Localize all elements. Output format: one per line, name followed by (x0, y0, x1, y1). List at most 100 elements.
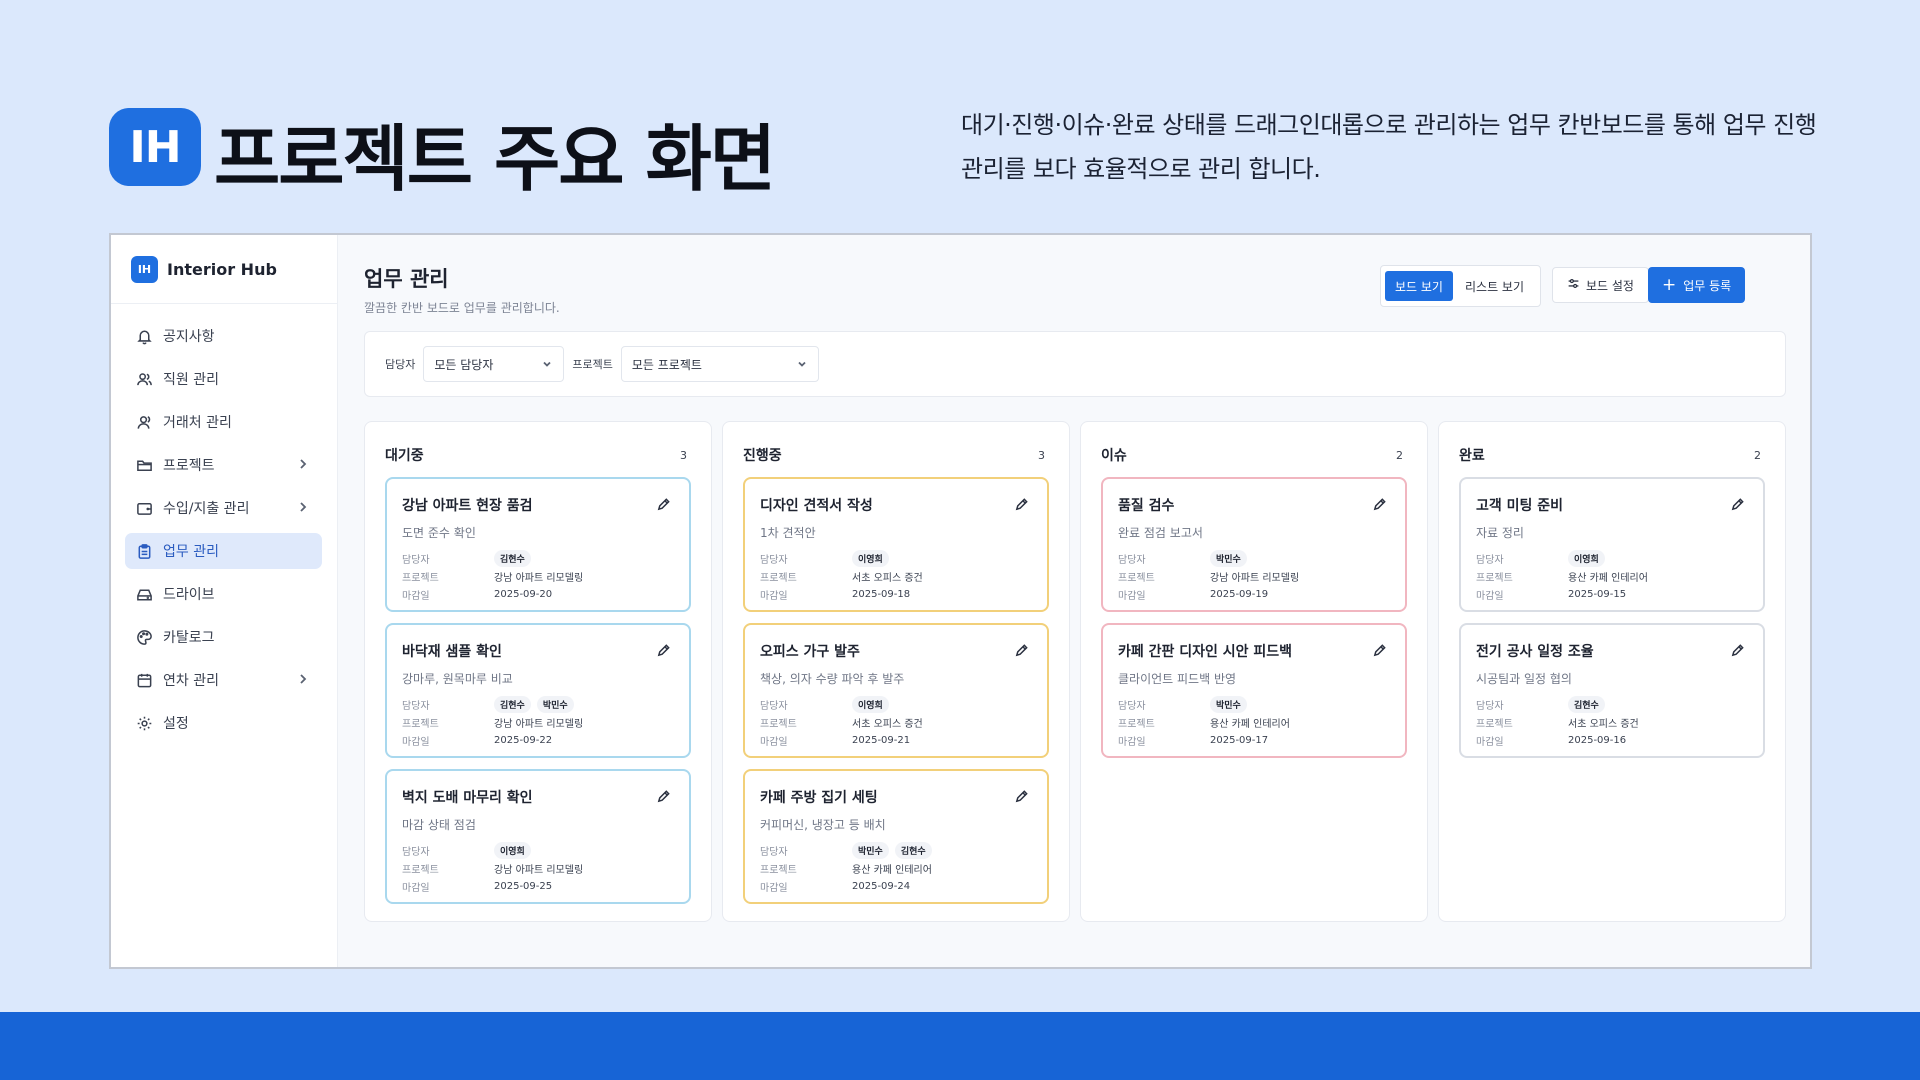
pencil-icon[interactable] (1014, 789, 1029, 804)
assignee-chip: 박민수 (1210, 695, 1247, 713)
board-settings-button[interactable]: 보드 설정 (1552, 267, 1649, 303)
task-meta: 담당자 이영희 프로젝트 용산 카페 인테리어 마감일 2025-09-15 (1476, 549, 1748, 603)
brand[interactable]: IH Interior Hub (111, 235, 337, 304)
task-title: 카페 간판 디자인 시안 피드백 (1118, 644, 1293, 660)
assignee-key: 담당자 (1118, 700, 1146, 712)
sidebar-item-label: 드라이브 (163, 587, 215, 603)
due-key: 마감일 (1476, 590, 1504, 602)
task-card[interactable]: 디자인 견적서 작성 1차 견적안 담당자 이영희 프로젝트 서초 오피스 증건 마감일 20… (743, 477, 1049, 612)
kanban-column-prog: 진행중 3 디자인 견적서 작성 1차 견적안 담당자 이영희 프로젝트 서초 오피스 증건 마… (722, 421, 1070, 922)
sidebar-item-6[interactable]: 업무 관리 (125, 533, 322, 569)
task-meta: 담당자 이영희 프로젝트 서초 오피스 증건 마감일 2025-09-18 (760, 549, 1032, 603)
pencil-icon[interactable] (1730, 643, 1745, 658)
add-task-button[interactable]: + 업무 등록 (1648, 267, 1746, 303)
pencil-icon[interactable] (656, 497, 671, 512)
task-project: 강남 아파트 리모델링 (494, 572, 584, 584)
sidebar-item-1[interactable]: 공지사항 (125, 318, 322, 354)
sidebar-item-label: 공지사항 (163, 329, 215, 345)
task-card[interactable]: 오피스 가구 발주 책상, 의자 수량 파악 후 발주 담당자 이영희 프로젝트 서초 오… (743, 623, 1049, 758)
gear-icon (135, 714, 153, 732)
task-title: 바닥재 샘플 확인 (402, 644, 502, 660)
project-key: 프로젝트 (1476, 572, 1513, 584)
due-key: 마감일 (1118, 736, 1146, 748)
task-meta: 담당자 김현수 프로젝트 강남 아파트 리모델링 마감일 2025-09-20 (402, 549, 674, 603)
clipboard-icon (135, 542, 153, 560)
task-card[interactable]: 전기 공사 일정 조율 시공팀과 일정 협의 담당자 김현수 프로젝트 서초 오피스 증건… (1459, 623, 1765, 758)
assignee-chip: 김현수 (494, 549, 531, 567)
assignee-list: 박민수 (1210, 549, 1253, 567)
chevron-right-icon (296, 457, 310, 471)
assignee-chip: 박민수 (852, 841, 889, 859)
calendar-icon (135, 671, 153, 689)
task-card[interactable]: 강남 아파트 현장 품검 도면 준수 확인 담당자 김현수 프로젝트 강남 아파트 리모델… (385, 477, 691, 612)
kanban-column-wait: 대기중 3 강남 아파트 현장 품검 도면 준수 확인 담당자 김현수 프로젝트 강남 아파트… (364, 421, 712, 922)
project-key: 프로젝트 (402, 718, 439, 730)
pencil-icon[interactable] (1014, 497, 1029, 512)
task-card[interactable]: 바닥재 샘플 확인 강마루, 원목마루 비교 담당자 김현수 박민수 프로젝트 강남 아파트… (385, 623, 691, 758)
task-title: 전기 공사 일정 조율 (1476, 644, 1594, 660)
sidebar-item-2[interactable]: 직원 관리 (125, 361, 322, 397)
sidebar-item-7[interactable]: 드라이브 (125, 576, 322, 612)
task-meta: 담당자 김현수 박민수 프로젝트 강남 아파트 리모델링 마감일 2025-09-22 (402, 695, 674, 749)
sidebar-item-4[interactable]: 프로젝트 (125, 447, 322, 483)
pencil-icon[interactable] (1372, 497, 1387, 512)
assignee-key: 담당자 (1476, 700, 1504, 712)
task-meta: 담당자 박민수 프로젝트 강남 아파트 리모델링 마감일 2025-09-19 (1118, 549, 1390, 603)
sidebar-item-label: 업무 관리 (163, 544, 219, 560)
task-title: 카페 주방 집기 세팅 (760, 790, 878, 806)
assignee-filter-select[interactable]: 모든 담당자 (423, 346, 565, 382)
task-description: 1차 견적안 (760, 526, 816, 540)
task-project: 강남 아파트 리모델링 (494, 718, 584, 730)
due-key: 마감일 (1476, 736, 1504, 748)
view-toggle: 보드 보기 리스트 보기 (1380, 265, 1541, 307)
pencil-icon[interactable] (1372, 643, 1387, 658)
sidebar-item-label: 프로젝트 (163, 458, 215, 474)
sidebar-item-8[interactable]: 카탈로그 (125, 619, 322, 655)
sidebar: IH Interior Hub 공지사항직원 관리거래처 관리프로젝트수입/지출… (111, 235, 338, 967)
hero-title: 프로젝트 주요 화면 (214, 117, 776, 201)
task-card[interactable]: 고객 미팅 준비 자료 정리 담당자 이영희 프로젝트 용산 카페 인테리어 마감일 2025… (1459, 477, 1765, 612)
board-view-button[interactable]: 보드 보기 (1385, 271, 1453, 301)
assignee-key: 담당자 (760, 554, 788, 566)
pencil-icon[interactable] (1730, 497, 1745, 512)
due-key: 마감일 (760, 590, 788, 602)
assignee-list: 김현수 (1568, 695, 1611, 713)
pencil-icon[interactable] (656, 789, 671, 804)
assignee-chip: 박민수 (1210, 549, 1247, 567)
pencil-icon[interactable] (1014, 643, 1029, 658)
wallet-icon (135, 499, 153, 517)
task-title: 고객 미팅 준비 (1476, 498, 1564, 514)
sidebar-item-3[interactable]: 거래처 관리 (125, 404, 322, 440)
project-key: 프로젝트 (760, 864, 797, 876)
sidebar-item-label: 연차 관리 (163, 673, 219, 689)
task-description: 책상, 의자 수량 파악 후 발주 (760, 672, 905, 686)
project-filter-select[interactable]: 모든 프로젝트 (620, 346, 819, 382)
column-count: 2 (1754, 448, 1761, 462)
folder-icon (135, 456, 153, 474)
project-key: 프로젝트 (760, 718, 797, 730)
task-meta: 담당자 김현수 프로젝트 서초 오피스 증건 마감일 2025-09-16 (1476, 695, 1748, 749)
sidebar-item-5[interactable]: 수입/지출 관리 (125, 490, 322, 526)
sidebar-item-9[interactable]: 연차 관리 (125, 662, 322, 698)
task-due-date: 2025-09-17 (1210, 734, 1269, 746)
list-view-button[interactable]: 리스트 보기 (1455, 271, 1534, 301)
task-description: 자료 정리 (1476, 526, 1524, 540)
due-key: 마감일 (760, 882, 788, 894)
assignee-filter-label: 담당자 (385, 358, 416, 371)
pencil-icon[interactable] (656, 643, 671, 658)
task-card[interactable]: 카페 간판 디자인 시안 피드백 클라이언트 피드백 반영 담당자 박민수 프로젝트 용산… (1101, 623, 1407, 758)
assignee-chip: 김현수 (494, 695, 531, 713)
task-title: 디자인 견적서 작성 (760, 498, 873, 514)
column-title: 이슈 (1101, 448, 1127, 464)
due-key: 마감일 (402, 736, 430, 748)
task-card[interactable]: 벽지 도배 마무리 확인 마감 상태 점검 담당자 이영희 프로젝트 강남 아파트 리모델… (385, 769, 691, 904)
assignee-chip: 이영희 (852, 695, 889, 713)
sidebar-item-10[interactable]: 설정 (125, 705, 322, 741)
kanban-column-issue: 이슈 2 품질 검수 완료 점검 보고서 담당자 박민수 프로젝트 강남 아파트 리모델링 마감… (1080, 421, 1428, 922)
task-card[interactable]: 카페 주방 집기 세팅 커피머신, 냉장고 등 배치 담당자 박민수 김현수 프로젝트 용산… (743, 769, 1049, 904)
task-due-date: 2025-09-20 (494, 588, 553, 600)
chevron-down-icon (541, 358, 553, 370)
assignee-chip: 이영희 (852, 549, 889, 567)
assignee-list: 이영희 (1568, 549, 1611, 567)
task-card[interactable]: 품질 검수 완료 점검 보고서 담당자 박민수 프로젝트 강남 아파트 리모델링 마감일 20… (1101, 477, 1407, 612)
